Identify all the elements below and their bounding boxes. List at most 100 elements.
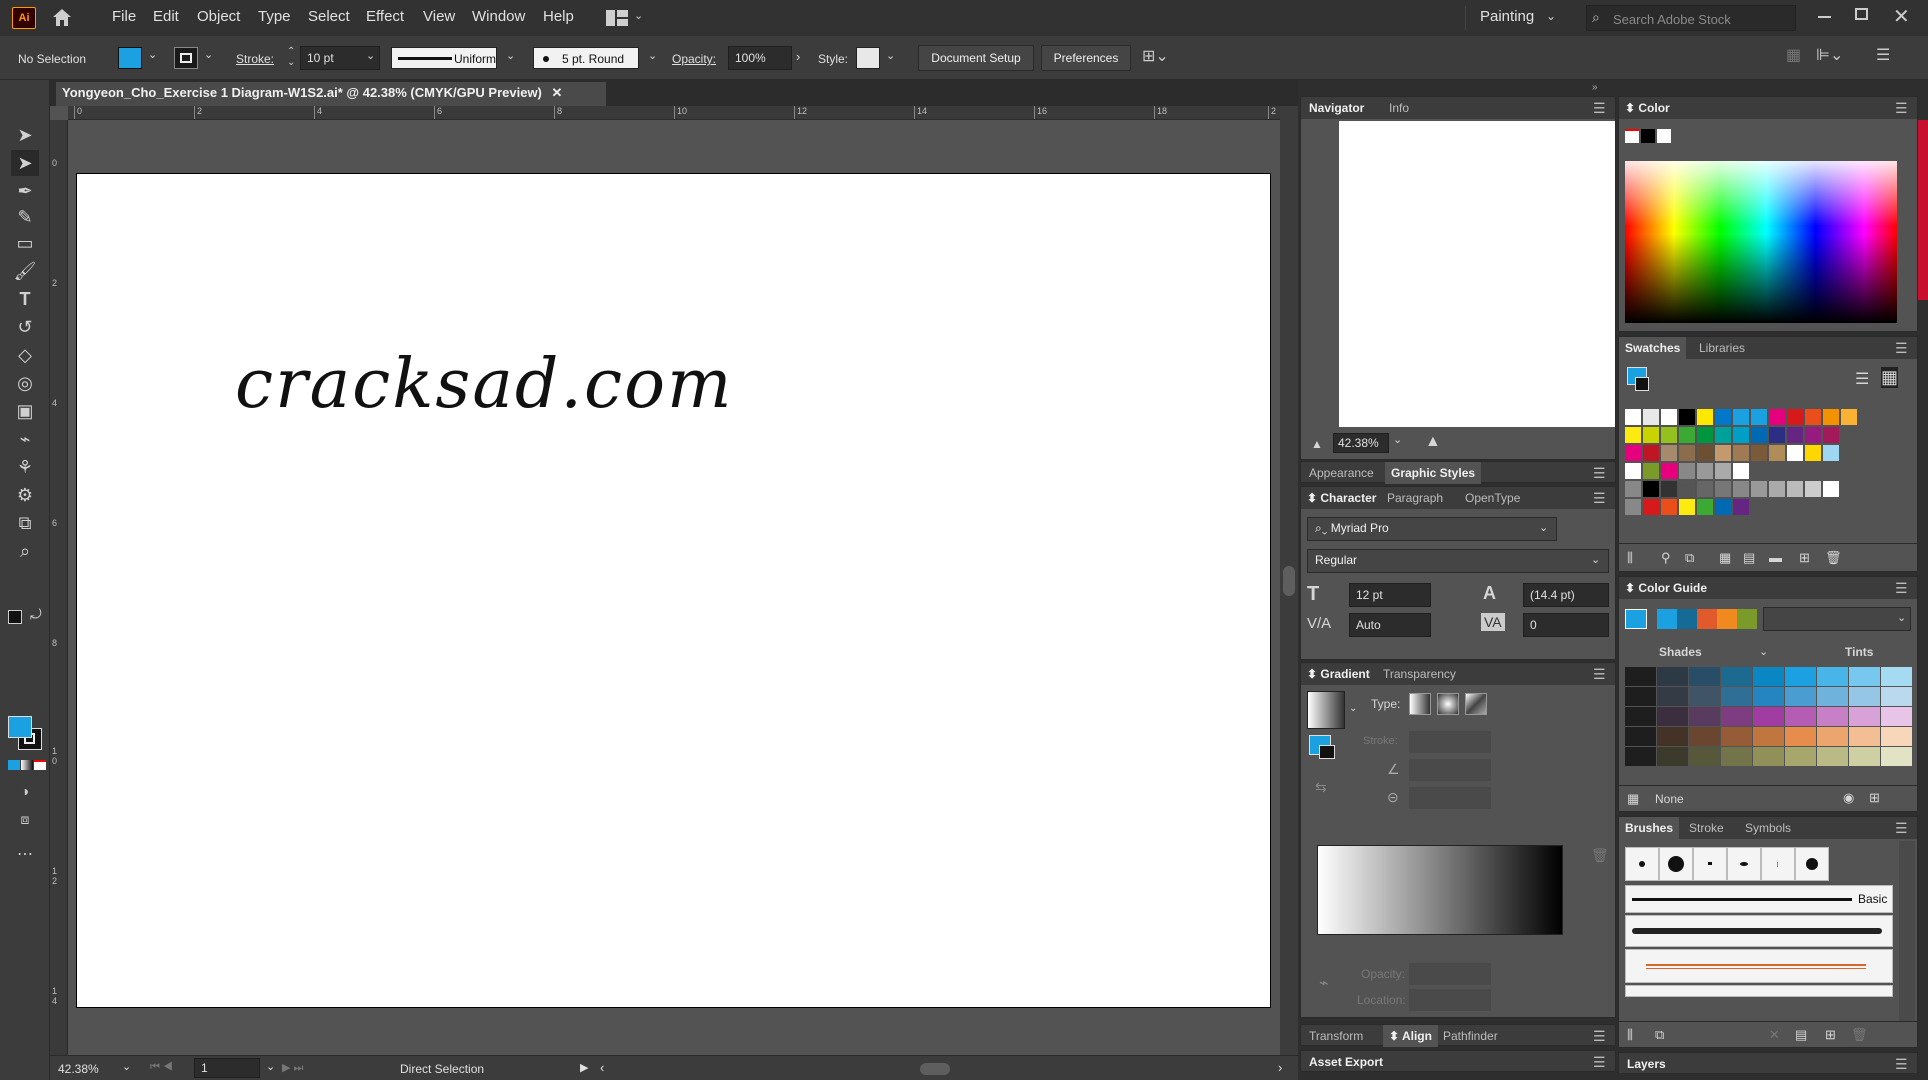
chevron-down-icon[interactable]: ⌄ <box>1539 521 1548 534</box>
gradient-mode-icon[interactable] <box>21 760 33 770</box>
tab-transform[interactable]: Transform <box>1309 1029 1363 1043</box>
swatch-stroke-indicator[interactable] <box>1635 377 1649 391</box>
stroke-color-swatch[interactable] <box>174 47 198 69</box>
swatch[interactable] <box>1625 427 1641 443</box>
scrollbar-thumb[interactable] <box>1283 566 1295 596</box>
swatch[interactable] <box>1787 427 1803 443</box>
grid-view-icon[interactable]: ▦ <box>1881 367 1899 388</box>
gradient-thumbnail[interactable] <box>1307 691 1345 729</box>
fill-swatch-large[interactable] <box>8 716 32 738</box>
brush-arrow[interactable] <box>1625 949 1893 983</box>
brushes-scrollbar[interactable] <box>1899 841 1915 1025</box>
opacity-label[interactable]: Opacity: <box>672 52 716 66</box>
swatch[interactable] <box>1643 445 1659 461</box>
last-artboard-icon[interactable]: ▶ ⏭ <box>282 1061 303 1075</box>
show-kinds-icon[interactable]: ⚲ <box>1661 550 1671 566</box>
zoom-tool-icon[interactable]: ⌕ <box>11 538 39 564</box>
chevron-down-icon[interactable]: ⌄ <box>266 1060 275 1073</box>
menu-edit[interactable]: Edit <box>153 8 179 25</box>
zoom-level[interactable]: 42.38% <box>58 1062 99 1076</box>
swatch[interactable] <box>1715 427 1731 443</box>
delete-swatch-icon[interactable]: 🗑 <box>1825 550 1842 566</box>
shade-swatch[interactable] <box>1849 687 1880 706</box>
shade-swatch[interactable] <box>1753 667 1784 686</box>
shade-swatch[interactable] <box>1625 747 1656 766</box>
shade-swatch[interactable] <box>1881 707 1912 726</box>
shade-swatch[interactable] <box>1753 727 1784 746</box>
swatch[interactable] <box>1751 481 1767 497</box>
limit-colors-icon[interactable]: ▦ <box>1627 791 1639 807</box>
vertical-scrollbar[interactable] <box>1280 106 1298 1055</box>
base-color-swatch[interactable] <box>1625 609 1647 629</box>
swatch[interactable] <box>1751 427 1767 443</box>
swatch[interactable] <box>1769 481 1785 497</box>
linear-gradient-icon[interactable] <box>1409 693 1431 715</box>
arrange-documents-icon[interactable] <box>606 10 628 26</box>
swatch[interactable] <box>1679 463 1695 479</box>
brush-calligraphic[interactable] <box>1727 847 1761 881</box>
swatch[interactable] <box>1679 499 1695 515</box>
document-tab[interactable]: Yongyeon_Cho_Exercise 1 Diagram-W1S2.ai*… <box>56 82 606 106</box>
remove-brush-stroke-icon[interactable]: ✕ <box>1769 1027 1780 1043</box>
swatch[interactable] <box>1823 445 1839 461</box>
swatch[interactable] <box>1661 409 1677 425</box>
shade-swatch[interactable] <box>1881 747 1912 766</box>
new-swatch-icon[interactable]: ⊞ <box>1799 550 1810 566</box>
brush-basic[interactable]: Basic <box>1625 885 1893 913</box>
libraries-panel-icon[interactable]: ⧉ <box>1655 1027 1664 1043</box>
shade-swatch[interactable] <box>1657 727 1688 746</box>
chevron-down-icon[interactable]: ⌄ <box>366 49 375 62</box>
shade-swatch[interactable] <box>1817 687 1848 706</box>
shade-swatch[interactable] <box>1721 747 1752 766</box>
reverse-gradient-icon[interactable]: ⇆ <box>1315 779 1327 796</box>
default-colors-icon[interactable] <box>8 610 22 624</box>
stock-search[interactable]: ⌕ Search Adobe Stock <box>1586 5 1796 31</box>
tab-libraries[interactable]: Libraries <box>1699 341 1745 355</box>
navigator-preview[interactable] <box>1339 121 1615 427</box>
menu-view[interactable]: View <box>423 8 455 25</box>
swatch[interactable] <box>1769 445 1785 461</box>
panel-menu-icon[interactable]: ☰ <box>1593 1054 1606 1071</box>
freeform-gradient-icon[interactable] <box>1465 693 1487 715</box>
panel-menu-icon[interactable]: ☰ <box>1593 465 1606 482</box>
swatch[interactable] <box>1823 409 1839 425</box>
swatch[interactable] <box>1679 409 1695 425</box>
chevron-down-icon[interactable]: ⌄ <box>506 49 515 62</box>
chevron-down-icon[interactable]: ⌄ <box>886 49 895 62</box>
swatch[interactable] <box>1751 445 1767 461</box>
swatch[interactable] <box>1661 499 1677 515</box>
swatch[interactable] <box>1661 481 1677 497</box>
tab-layers[interactable]: Layers <box>1627 1057 1666 1071</box>
delete-stop-icon[interactable]: 🗑 <box>1591 847 1609 864</box>
brush-options-icon[interactable]: ▤ <box>1795 1027 1807 1043</box>
color-spectrum[interactable] <box>1625 161 1897 323</box>
panel-menu-icon[interactable]: ☰ <box>1876 45 1890 65</box>
swatch-libraries-icon[interactable]: ⫼ <box>1627 550 1633 566</box>
shade-swatch[interactable] <box>1881 727 1912 746</box>
shade-swatch[interactable] <box>1689 727 1720 746</box>
swatch[interactable] <box>1643 409 1659 425</box>
swatch-options-icon[interactable]: ⧉ <box>1685 550 1694 566</box>
color-mode-icon[interactable] <box>8 760 20 770</box>
tab-gradient[interactable]: ⬍ Gradient <box>1307 667 1370 681</box>
shade-swatch[interactable] <box>1817 747 1848 766</box>
selection-tool-icon[interactable]: ➤ <box>11 122 39 148</box>
shade-swatch[interactable] <box>1657 687 1688 706</box>
minimize-icon[interactable] <box>1818 16 1831 18</box>
chevron-down-icon[interactable]: ⌄ <box>1393 433 1402 446</box>
shade-swatch[interactable] <box>1721 707 1752 726</box>
tab-align[interactable]: ⬍ Align <box>1383 1025 1438 1047</box>
none-mode-icon[interactable] <box>34 760 46 770</box>
swatch[interactable] <box>1787 409 1803 425</box>
eyedropper-tool-icon[interactable]: ⌁ <box>11 426 39 452</box>
tab-swatches[interactable]: Swatches <box>1619 337 1687 359</box>
brush-dot-tiny[interactable] <box>1693 847 1727 881</box>
rectangle-tool-icon[interactable]: ▭ <box>11 230 39 256</box>
chevron-down-icon[interactable]: ⌄ <box>1546 9 1556 23</box>
brush-dot-medium[interactable] <box>1795 847 1829 881</box>
opacity-input[interactable]: 100% <box>728 46 792 70</box>
chevron-down-icon[interactable]: ⌄ <box>1897 611 1906 624</box>
draw-mode-icon[interactable]: ◑ <box>11 778 39 804</box>
pen-tool-icon[interactable]: ✒ <box>11 178 39 204</box>
zoom-in-icon[interactable]: ▲ <box>1425 433 1441 451</box>
